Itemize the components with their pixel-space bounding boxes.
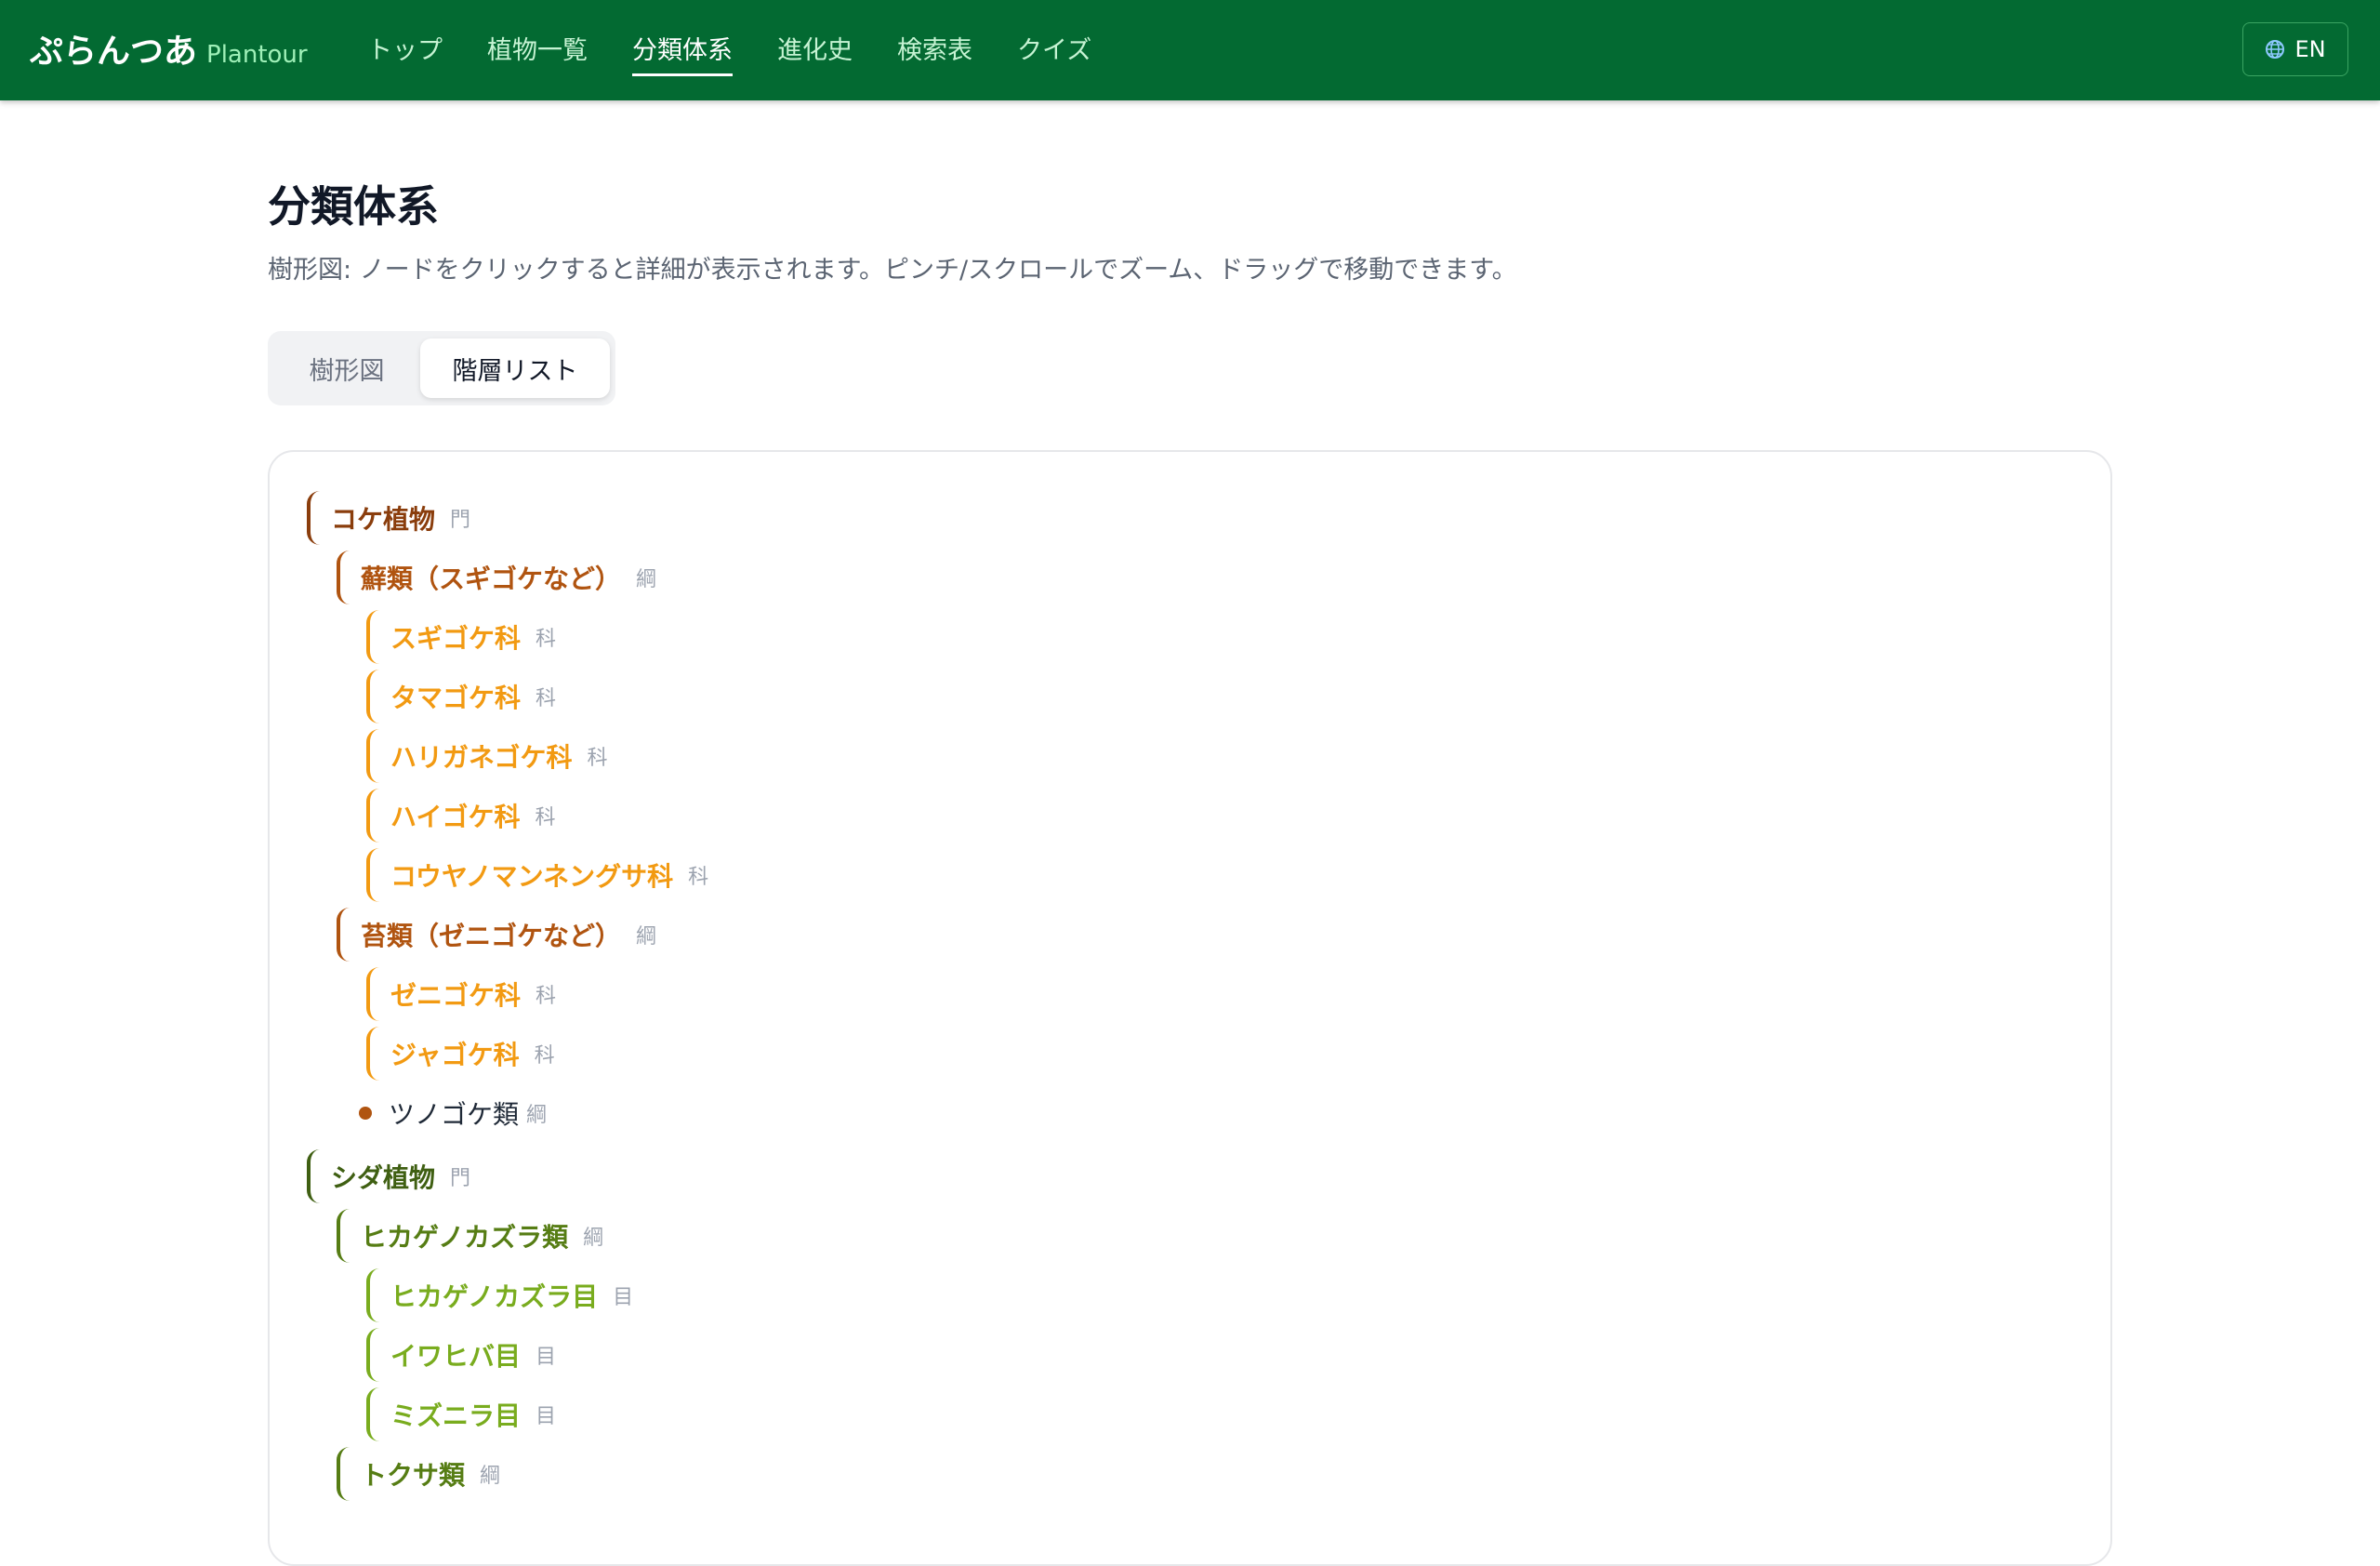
node-bracket — [366, 670, 383, 723]
node-rank: 目 — [536, 1346, 557, 1369]
node-bracket — [366, 610, 383, 664]
view-toggle: 樹形図 階層リスト — [268, 331, 615, 405]
tree-leaf-class-hornworts[interactable]: ツノゴケ類 綱 — [359, 1086, 547, 1140]
nav-evolution[interactable]: 進化史 — [777, 30, 853, 76]
tree-node-family[interactable]: スギゴケ科 科 — [366, 610, 556, 664]
tree-node-class-lycopods[interactable]: ヒカゲノカズラ類 綱 — [337, 1209, 603, 1263]
node-bracket — [337, 1209, 353, 1263]
nav-top[interactable]: トップ — [367, 30, 443, 76]
node-bracket — [366, 967, 383, 1021]
node-bracket — [337, 1447, 353, 1501]
node-rank: 綱 — [636, 568, 657, 591]
top-navigation-bar: ぷらんつあ Plantour トップ 植物一覧 分類体系 進化史 検索表 クイズ… — [0, 0, 2380, 100]
node-name: ハイゴケ科 — [390, 802, 521, 832]
node-name: シダ植物 — [331, 1162, 436, 1193]
node-bracket — [366, 1027, 383, 1081]
node-rank: 門 — [450, 1167, 471, 1190]
node-rank: 綱 — [583, 1227, 604, 1250]
node-rank: 綱 — [480, 1465, 501, 1488]
tree-node-family[interactable]: ハイゴケ科 科 — [366, 789, 555, 843]
node-rank: 目 — [536, 1405, 557, 1428]
node-bracket — [307, 1149, 324, 1203]
node-name: 蘚類（スギゴケなど） — [361, 564, 622, 594]
node-bracket — [307, 491, 324, 545]
tree-node-phylum-pteridophyta[interactable]: シダ植物 門 — [307, 1149, 470, 1203]
node-rank: 綱 — [636, 925, 657, 949]
node-name: スギゴケ科 — [390, 623, 522, 654]
node-rank: 科 — [535, 806, 556, 829]
page-title: 分類体系 — [268, 181, 439, 232]
node-bracket — [366, 729, 383, 783]
node-name: タマゴケ科 — [390, 683, 522, 713]
language-toggle-button[interactable]: EN — [2242, 22, 2348, 76]
tree-node-family[interactable]: ジャゴケ科 科 — [366, 1027, 555, 1081]
node-name: コウヤノマンネングサ科 — [390, 861, 674, 892]
node-name: ハリガネゴケ科 — [390, 742, 573, 773]
node-bracket — [366, 789, 383, 843]
node-rank: 科 — [536, 985, 557, 1008]
tree-node-family[interactable]: ゼニゴケ科 科 — [366, 967, 556, 1021]
node-bracket — [337, 551, 353, 604]
main-nav: トップ 植物一覧 分類体系 進化史 検索表 クイズ — [367, 30, 1136, 76]
node-rank: 綱 — [526, 1104, 548, 1127]
node-name: ミズニラ目 — [390, 1400, 522, 1431]
node-bracket — [337, 908, 353, 962]
node-rank: 科 — [536, 687, 557, 710]
tab-hierarchy-list[interactable]: 階層リスト — [420, 338, 610, 398]
nav-identification-key[interactable]: 検索表 — [897, 30, 972, 76]
node-name: ジャゴケ科 — [390, 1040, 520, 1070]
node-rank: 科 — [688, 866, 709, 889]
brand-subtitle: Plantour — [206, 41, 308, 69]
tree-node-phylum-bryophyta[interactable]: コケ植物 門 — [307, 491, 470, 545]
nav-taxonomy[interactable]: 分類体系 — [632, 30, 733, 76]
tree-node-family[interactable]: タマゴケ科 科 — [366, 670, 556, 723]
node-bracket — [366, 1268, 383, 1322]
node-name: 苔類（ゼニゴケなど） — [361, 921, 622, 951]
tree-node-order[interactable]: ミズニラ目 目 — [366, 1387, 556, 1441]
tree-node-family[interactable]: コウヤノマンネングサ科 科 — [366, 848, 708, 902]
node-name: ツノゴケ類 — [389, 1099, 520, 1130]
node-rank: 科 — [536, 628, 557, 651]
bullet-dot-icon — [359, 1107, 372, 1120]
node-name: トクサ類 — [361, 1460, 466, 1491]
node-name: ヒカゲノカズラ目 — [390, 1281, 599, 1312]
node-rank: 科 — [587, 747, 608, 770]
tree-node-family[interactable]: ハリガネゴケ科 科 — [366, 729, 607, 783]
language-label: EN — [2294, 36, 2326, 62]
node-rank: 目 — [613, 1286, 634, 1309]
tab-tree-view[interactable]: 樹形図 — [277, 338, 416, 398]
node-name: ゼニゴケ科 — [390, 980, 522, 1011]
tree-node-order[interactable]: イワヒバ目 目 — [366, 1328, 556, 1382]
tree-node-order[interactable]: ヒカゲノカズラ目 目 — [366, 1268, 633, 1322]
node-bracket — [366, 848, 383, 902]
node-rank: 門 — [450, 509, 471, 532]
node-name: コケ植物 — [331, 504, 436, 535]
globe-icon — [2266, 40, 2285, 59]
node-bracket — [366, 1387, 383, 1441]
page-description: 樹形図: ノードをクリックすると詳細が表示されます。ピンチ/スクロールでズーム、… — [268, 256, 1517, 285]
tree-node-class-liverworts[interactable]: 苔類（ゼニゴケなど） 綱 — [337, 908, 656, 962]
brand-logo[interactable]: ぷらんつあ Plantour — [30, 24, 308, 73]
node-name: ヒカゲノカズラ類 — [361, 1222, 569, 1253]
tree-node-class-horsetails[interactable]: トクサ類 綱 — [337, 1447, 500, 1501]
tree-node-class-mosses[interactable]: 蘚類（スギゴケなど） 綱 — [337, 551, 656, 604]
node-bracket — [366, 1328, 383, 1382]
nav-plant-list[interactable]: 植物一覧 — [487, 30, 588, 76]
nav-quiz[interactable]: クイズ — [1017, 30, 1091, 76]
brand-name: ぷらんつあ — [30, 33, 198, 71]
node-rank: 科 — [534, 1044, 555, 1068]
node-name: イワヒバ目 — [390, 1341, 522, 1372]
hierarchy-list-card: コケ植物 門 蘚類（スギゴケなど） 綱 スギゴケ科 科 タマゴケ科 科 ハリガネ… — [268, 450, 2112, 1566]
